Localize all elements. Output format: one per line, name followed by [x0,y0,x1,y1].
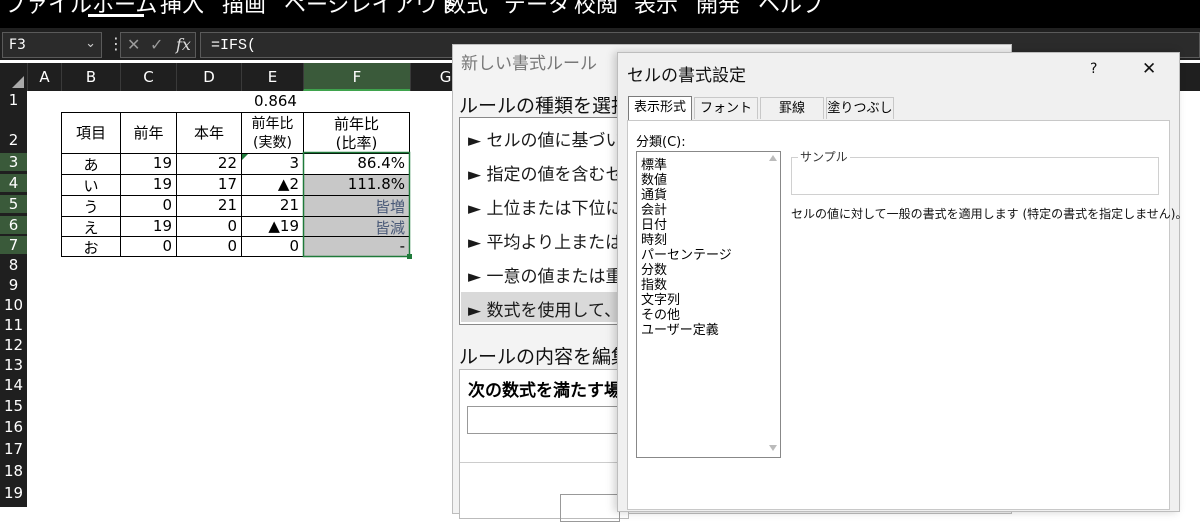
rule-formula-input[interactable] [467,406,627,434]
tab-font[interactable]: フォント [694,97,758,119]
rule-type-item[interactable]: ► セルの値に基づい [468,126,628,151]
arrow-right-icon: ► [468,233,482,253]
help-icon[interactable]: ? [1090,61,1097,77]
rule-type-item[interactable]: ► 一意の値または重 [468,262,628,287]
rule-type-list[interactable]: ► セルの値に基づい ► 指定の値を含むセ ► 上位または下位に ► 平均より上… [459,117,629,325]
tab-number[interactable]: 表示形式 [628,96,692,120]
new-rule-dialog-title: 新しい書式ルール [461,54,597,74]
rule-type-item[interactable]: ► 平均より上または [468,228,628,253]
format-button[interactable] [560,494,620,522]
arrow-right-icon: ► [468,301,482,321]
tab-panel: 分類(C): 標準 数値 通貨 会計 日付 時刻 パーセンテージ 分数 指数 文… [627,120,1187,510]
divider [460,462,630,463]
sample-label: サンプル [798,148,850,165]
rule-type-item[interactable]: ► 上位または下位に [468,194,628,219]
category-item[interactable]: ユーザー定義 [641,319,719,338]
arrow-right-icon: ► [468,165,482,185]
format-cells-dialog: セルの書式設定 ? ✕ 表示形式 フォント 罫線 塗りつぶし 分類(C): 標準… [617,52,1187,512]
selection-border [302,151,411,258]
scroll-up-icon[interactable] [769,155,777,161]
arrow-right-icon: ► [468,131,482,151]
tab-fill[interactable]: 塗りつぶし [826,97,894,119]
scroll-down-icon[interactable] [769,445,777,451]
formula-condition-label: 次の数式を満たす場 [468,381,621,401]
format-cells-title: セルの書式設定 [627,66,746,86]
arrow-right-icon: ► [468,267,482,287]
arrow-right-icon: ► [468,199,482,219]
category-list[interactable]: 標準 数値 通貨 会計 日付 時刻 パーセンテージ 分数 指数 文字列 その他 … [636,151,781,458]
fill-handle [407,254,412,259]
close-icon[interactable]: ✕ [1142,59,1156,79]
rule-type-item-selected[interactable]: ► 数式を使用して、書 [461,292,627,322]
category-label: 分類(C): [636,135,686,150]
format-description: セルの値に対して一般の書式を適用します (特定の書式を指定しません)。 [791,207,1188,221]
rule-type-item[interactable]: ► 指定の値を含むセ [468,160,628,185]
rule-edit-panel: 次の数式を満たす場 [459,369,630,522]
tab-border[interactable]: 罫線 [760,97,824,119]
error-indicator-icon [242,154,248,160]
